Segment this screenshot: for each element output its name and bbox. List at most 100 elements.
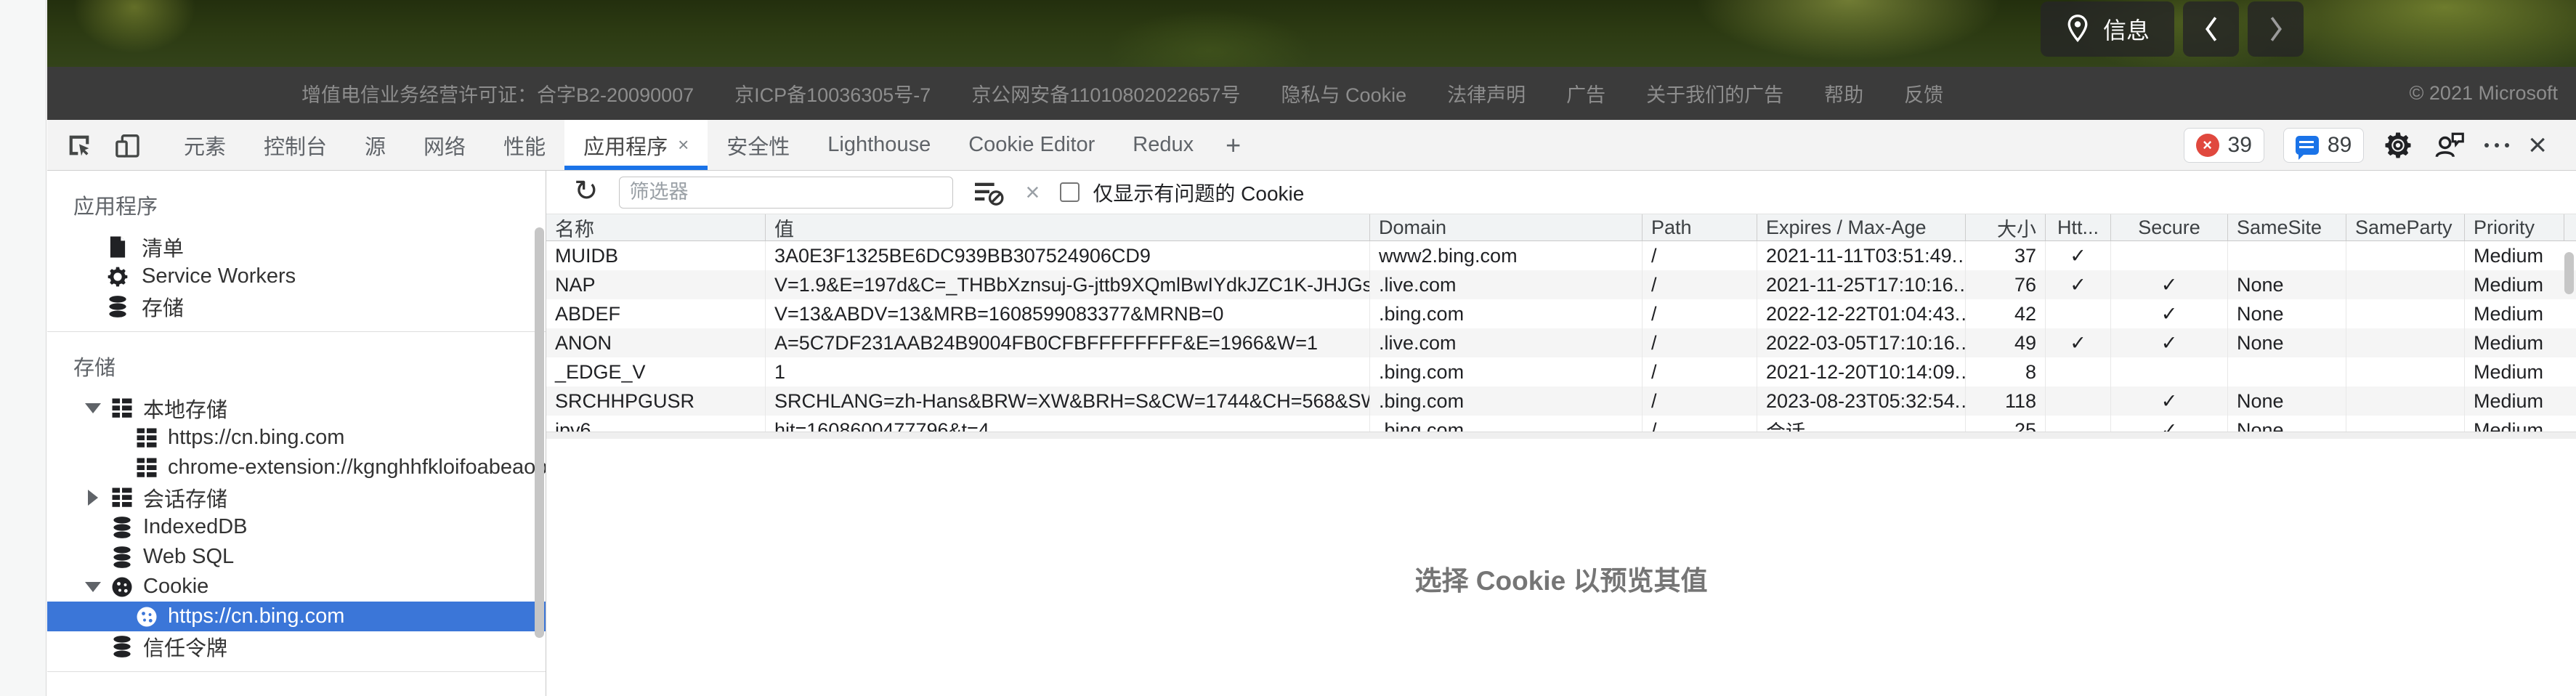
column-header-domain[interactable]: Domain (1370, 214, 1643, 240)
cell-name: ABDEF (546, 299, 766, 328)
tree-item-cookie-origin-selected[interactable]: https://cn.bing.com (47, 602, 546, 631)
column-header-path[interactable]: Path (1643, 214, 1757, 240)
table-scrollbar-thumb[interactable] (2564, 252, 2574, 294)
column-header-priority[interactable]: Priority (2465, 214, 2564, 240)
cell-http (2046, 299, 2111, 328)
table-row[interactable]: ABDEFV=13&ABDV=13&MRB=1608599083377&MRNB… (546, 299, 2576, 328)
footer-link-legal[interactable]: 法律声明 (1447, 79, 1526, 108)
feedback-person-icon[interactable] (2432, 130, 2466, 161)
cell-sameparty (2346, 299, 2465, 328)
cell-sameparty (2346, 387, 2465, 416)
cell-samesite: None (2228, 270, 2346, 299)
tab-cookie-editor[interactable]: Cookie Editor (949, 120, 1114, 170)
expander-right-icon[interactable] (85, 490, 101, 506)
tree-item-local-origin[interactable]: https://cn.bing.com (47, 423, 546, 453)
tab-redux[interactable]: Redux (1114, 120, 1212, 170)
cell-priority: Medium (2465, 416, 2564, 432)
cell-sameparty (2346, 357, 2465, 387)
footer-link-icp[interactable]: 京ICP备10036305号-7 (734, 79, 931, 108)
device-toolbar-icon[interactable] (111, 129, 143, 161)
devtools-close-icon[interactable]: × (2528, 129, 2547, 161)
cookie-panel: ↻ × 仅显示有问题的 Cookie (546, 171, 2576, 696)
tab-close-icon[interactable]: × (678, 134, 689, 156)
expander-down-icon[interactable] (85, 582, 101, 592)
tab-console[interactable]: 控制台 (245, 120, 346, 170)
tab-performance[interactable]: 性能 (485, 120, 564, 170)
tree-item-websql[interactable]: Web SQL (47, 542, 546, 572)
clear-all-cookies-icon[interactable] (973, 178, 1005, 207)
horizontal-scrollbar[interactable] (546, 432, 2576, 439)
cell-samesite: None (2228, 387, 2346, 416)
sidebar-scrollbar-thumb[interactable] (535, 227, 544, 638)
more-options-icon[interactable] (2484, 143, 2509, 147)
error-count: 39 (2228, 133, 2252, 158)
tree-item-indexeddb[interactable]: IndexedDB (47, 512, 546, 542)
cell-domain: .bing.com (1370, 357, 1643, 387)
tree-item-local-storage[interactable]: 本地存储 (47, 393, 546, 423)
settings-gear-icon[interactable] (2383, 130, 2413, 161)
footer-link-privacy[interactable]: 隐私与 Cookie (1281, 79, 1407, 108)
inspect-element-icon[interactable] (63, 129, 95, 161)
column-header-secure[interactable]: Secure (2111, 214, 2228, 240)
cell-value: A=5C7DF231AAB24B9004FB0CFBFFFFFFFF&E=196… (766, 328, 1370, 357)
message-count-badge[interactable]: 89 (2283, 128, 2364, 163)
info-button[interactable]: 信息 (2041, 1, 2174, 57)
section-title: 缓存 (47, 672, 546, 696)
error-count-badge[interactable]: × 39 (2184, 128, 2264, 163)
more-tabs-button[interactable]: + (1212, 120, 1254, 170)
column-header-httponly[interactable]: Htt... (2046, 214, 2111, 240)
column-header-name[interactable]: 名称 (546, 214, 766, 240)
tab-application[interactable]: 应用程序 × (564, 120, 708, 170)
cell-http (2046, 357, 2111, 387)
delete-selected-icon[interactable]: × (1026, 180, 1040, 205)
sidebar-item-storage[interactable]: 存储 (47, 291, 546, 321)
active-tab-underline (564, 166, 708, 170)
footer-link-license[interactable]: 增值电信业务经营许可证：合字B2-20090007 (301, 79, 694, 108)
column-header-size[interactable]: 大小 (1966, 214, 2046, 240)
cell-secure (2111, 241, 2228, 270)
footer-link-feedback[interactable]: 反馈 (1904, 79, 1943, 108)
tree-item-session-storage[interactable]: 会话存储 (47, 482, 546, 512)
sidebar-item-manifest[interactable]: 清单 (47, 232, 546, 262)
next-image-button[interactable] (2248, 1, 2304, 57)
table-row[interactable]: NAPV=1.9&E=197d&C=_THBbXznsuj-G-jttb9XQm… (546, 270, 2576, 299)
tab-sources[interactable]: 源 (346, 120, 405, 170)
cell-domain: .bing.com (1370, 416, 1643, 432)
tab-lighthouse[interactable]: Lighthouse (809, 120, 949, 170)
cell-expires: 2023-08-23T05:32:54.… (1757, 387, 1966, 416)
footer-link-ads[interactable]: 广告 (1566, 79, 1605, 108)
table-row[interactable]: MUIDB3A0E3F1325BE6DC939BB307524906CD9www… (546, 241, 2576, 270)
cell-sameparty (2346, 416, 2465, 432)
footer-link-police[interactable]: 京公网安备11010802022657号 (971, 79, 1240, 108)
cell-value: hit=1608600477796&t=4 (766, 416, 1370, 432)
tab-elements[interactable]: 元素 (165, 120, 245, 170)
cell-secure: ✓ (2111, 328, 2228, 357)
tree-item-local-extension[interactable]: chrome-extension://kgnghhfkloifoabeaobjk… (47, 453, 546, 482)
cell-value: SRCHLANG=zh-Hans&BRW=XW&BRH=S&CW=1744&CH… (766, 387, 1370, 416)
table-row[interactable]: SRCHHPGUSRSRCHLANG=zh-Hans&BRW=XW&BRH=S&… (546, 387, 2576, 416)
tree-item-trust-tokens[interactable]: 信任令牌 (47, 631, 546, 661)
column-header-value[interactable]: 值 (766, 214, 1370, 240)
filter-input[interactable] (619, 177, 953, 209)
tab-security[interactable]: 安全性 (708, 120, 809, 170)
tab-network[interactable]: 网络 (405, 120, 485, 170)
refresh-icon[interactable]: ↻ (574, 177, 599, 206)
footer-link-help[interactable]: 帮助 (1824, 79, 1863, 108)
only-issues-checkbox[interactable] (1060, 182, 1080, 202)
expander-down-icon[interactable] (85, 403, 101, 413)
sidebar-item-service-workers[interactable]: Service Workers (47, 262, 546, 291)
prev-image-button[interactable] (2183, 1, 2239, 57)
table-row[interactable]: _EDGE_V1.bing.com/2021-12-20T10:14:09.…8… (546, 357, 2576, 387)
section-title: 存储 (47, 332, 546, 393)
table-row[interactable]: ANONA=5C7DF231AAB24B9004FB0CFBFFFFFFFF&E… (546, 328, 2576, 357)
table-row[interactable]: ipv6hit=1608600477796&t=4.bing.com/会话25✓… (546, 416, 2576, 432)
column-header-sameparty[interactable]: SameParty (2346, 214, 2465, 240)
cell-path: / (1643, 357, 1757, 387)
footer-link-about-ads[interactable]: 关于我们的广告 (1646, 79, 1783, 108)
tree-item-cookies[interactable]: Cookie (47, 572, 546, 602)
column-header-expires[interactable]: Expires / Max-Age (1757, 214, 1966, 240)
cell-path: / (1643, 270, 1757, 299)
cell-domain: .bing.com (1370, 387, 1643, 416)
cell-expires: 2022-12-22T01:04:43.… (1757, 299, 1966, 328)
column-header-samesite[interactable]: SameSite (2228, 214, 2346, 240)
